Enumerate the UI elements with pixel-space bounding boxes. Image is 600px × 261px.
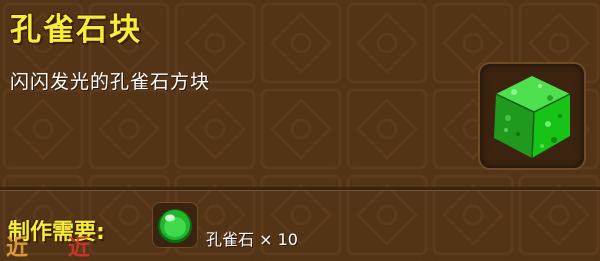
item-description: 闪闪发光的孔雀石方块 <box>10 71 211 93</box>
ingredient-quantity: × 10 <box>259 230 298 249</box>
item-title: 孔雀石块 <box>10 12 142 48</box>
ingredient-slot[interactable] <box>152 202 198 248</box>
item-icon-frame <box>478 62 586 170</box>
watermark-left: 近 <box>6 236 29 261</box>
ingredient-label: 孔雀石 × 10 <box>206 226 298 250</box>
malachite-gem-icon <box>158 209 192 243</box>
watermark-right: 近 <box>68 236 91 261</box>
section-divider <box>0 187 600 191</box>
ingredient-name: 孔雀石 <box>206 230 255 249</box>
malachite-block-icon <box>494 76 571 159</box>
item-tooltip-panel: 孔雀石块 闪闪发光的孔雀石方块 制作需要: 孔雀石 × 10 近 近 <box>0 0 600 261</box>
